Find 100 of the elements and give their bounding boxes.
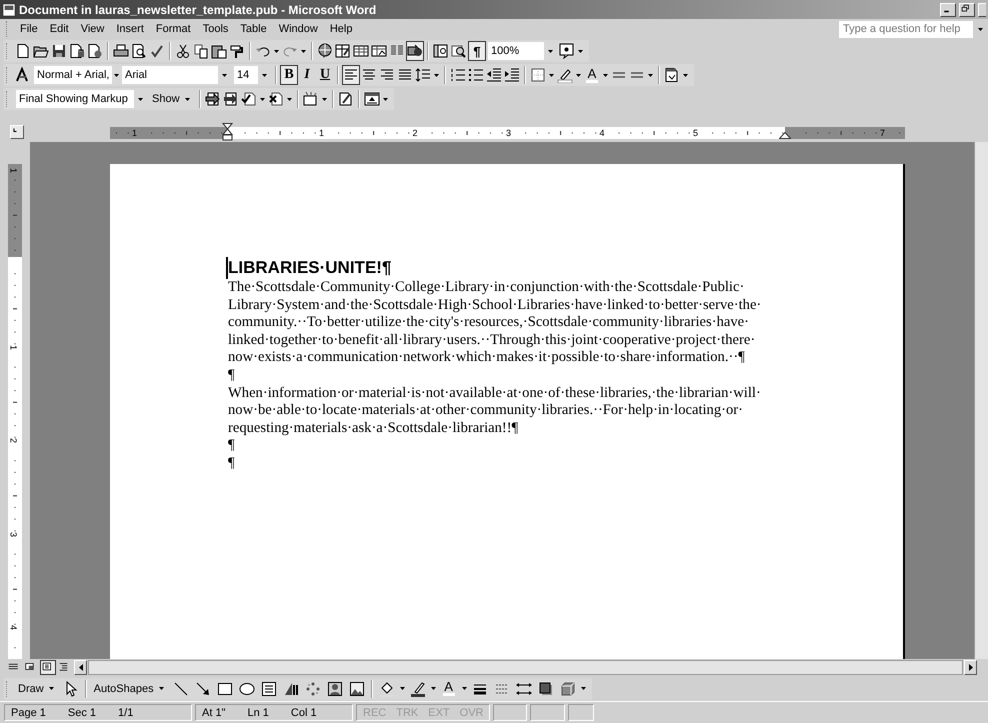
caret-icon[interactable] [48,687,54,690]
cube-icon[interactable] [560,680,576,696]
vertical-scrollbar[interactable] [974,142,988,659]
menu-item[interactable]: Format [150,21,197,37]
document-check-icon[interactable] [240,91,257,107]
display-combo[interactable]: Final Showing Markup [16,90,146,108]
caret-icon[interactable] [114,74,120,76]
zoom-combo[interactable]: 100% [488,42,556,60]
oval-icon[interactable] [238,680,255,696]
caret-icon[interactable] [603,74,608,76]
font-color-button[interactable]: A [583,65,601,85]
right-indent-marker-icon[interactable] [779,132,791,139]
menu-item[interactable]: Edit [44,21,75,37]
clip-art-icon[interactable] [326,680,343,696]
shadow-square-icon[interactable] [538,680,554,696]
underline-button[interactable]: U [316,65,334,85]
indent-marker-icon[interactable] [222,123,233,141]
close-button[interactable] [978,2,986,16]
caret-icon[interactable] [576,74,581,76]
clipboard-icon[interactable] [211,43,227,59]
caret-icon[interactable] [648,74,653,76]
check-mark-icon[interactable] [149,43,165,59]
document-icon[interactable] [15,43,31,59]
caret-icon[interactable] [548,50,552,52]
menu-item[interactable]: Window [272,21,324,37]
caret-icon[interactable] [430,687,436,690]
caret-icon[interactable] [262,74,266,76]
help-field[interactable]: Type a question for help [839,20,973,38]
left-arrow-icon[interactable] [78,664,82,671]
table-pencil-icon[interactable] [335,43,351,59]
diagram-icon[interactable] [304,680,321,696]
tab-selector-button[interactable] [10,125,24,139]
caret-icon[interactable] [274,50,279,52]
caret-icon[interactable] [301,50,306,52]
numbered-list-icon[interactable] [450,67,466,83]
document-arrow-icon[interactable] [204,91,221,107]
caret-icon[interactable] [184,98,190,100]
font-combo[interactable]: Arial [122,66,230,84]
print-preview-icon[interactable] [131,43,147,59]
caret-icon[interactable] [462,687,467,690]
pen-line-icon[interactable] [410,680,426,696]
caret-icon[interactable] [400,687,405,690]
caret-icon[interactable] [286,98,292,100]
arrow-icon[interactable] [194,680,211,696]
bulleted-list-icon[interactable] [468,67,484,83]
menu-item[interactable]: Tools [196,21,234,37]
copy-icon[interactable] [193,43,209,59]
caret-icon[interactable] [580,687,586,690]
font-color-button[interactable]: A [438,678,460,698]
bold-button[interactable]: B [280,65,298,85]
style-combo[interactable]: Normal + Arial, [34,66,118,84]
font-size-combo[interactable]: 14 [234,66,270,84]
printer-icon[interactable] [113,43,129,59]
scroll-left-button[interactable] [74,660,87,675]
caret-icon[interactable] [549,74,554,76]
menu-item[interactable]: Insert [110,21,150,37]
scissors-icon[interactable] [175,43,191,59]
rectangle-icon[interactable] [216,680,233,696]
draw-menu-button[interactable]: Draw [14,678,60,698]
text-box-icon[interactable] [260,680,277,696]
caret-icon[interactable] [978,28,983,30]
help-bubble-icon[interactable] [559,43,575,59]
caret-icon[interactable] [578,50,583,52]
formatting-marks-button[interactable]: ¶ [468,41,486,61]
scroll-right-button[interactable] [964,660,977,675]
caret-icon[interactable] [138,98,142,100]
border-icon[interactable] [530,67,546,83]
show-button[interactable]: Show [148,89,196,109]
document-arrow-right-icon[interactable] [222,91,239,107]
menu-item[interactable]: File [14,21,44,37]
right-arrow-icon[interactable] [968,664,972,671]
document-cross-icon[interactable] [268,91,284,107]
brush-icon[interactable] [229,43,245,59]
document-lock-icon[interactable] [69,43,85,59]
caret-icon[interactable] [434,74,439,76]
styles-icon[interactable] [15,67,31,83]
document-stamp-icon[interactable] [87,43,103,59]
document-magnifier-icon[interactable] [433,43,449,59]
caret-icon[interactable] [382,98,388,100]
caret-icon[interactable] [683,74,688,76]
document-pen-icon[interactable] [338,91,354,107]
spreadsheet-icon[interactable] [371,43,387,59]
arrow-style-icon[interactable] [516,680,532,696]
menu-item[interactable]: Table [234,21,273,37]
landscape-picture-icon[interactable] [348,680,365,696]
caret-icon[interactable] [222,74,226,76]
highlighter-icon[interactable] [557,67,573,83]
menu-item[interactable]: Help [324,21,358,37]
wordart-icon[interactable] [282,680,299,696]
table-icon[interactable] [353,43,369,59]
decrease-indent-icon[interactable] [486,67,502,83]
autoshapes-menu-button[interactable]: AutoShapes [90,678,170,698]
increase-indent-icon[interactable] [504,67,520,83]
italic-button[interactable]: I [298,65,316,85]
window-panel-icon[interactable] [364,91,380,107]
caret-icon[interactable] [158,687,164,690]
globe-icon[interactable] [317,43,333,59]
horizontal-scrollbar[interactable] [88,660,963,675]
caret-icon[interactable] [260,98,265,100]
menu-item[interactable]: View [74,21,110,37]
